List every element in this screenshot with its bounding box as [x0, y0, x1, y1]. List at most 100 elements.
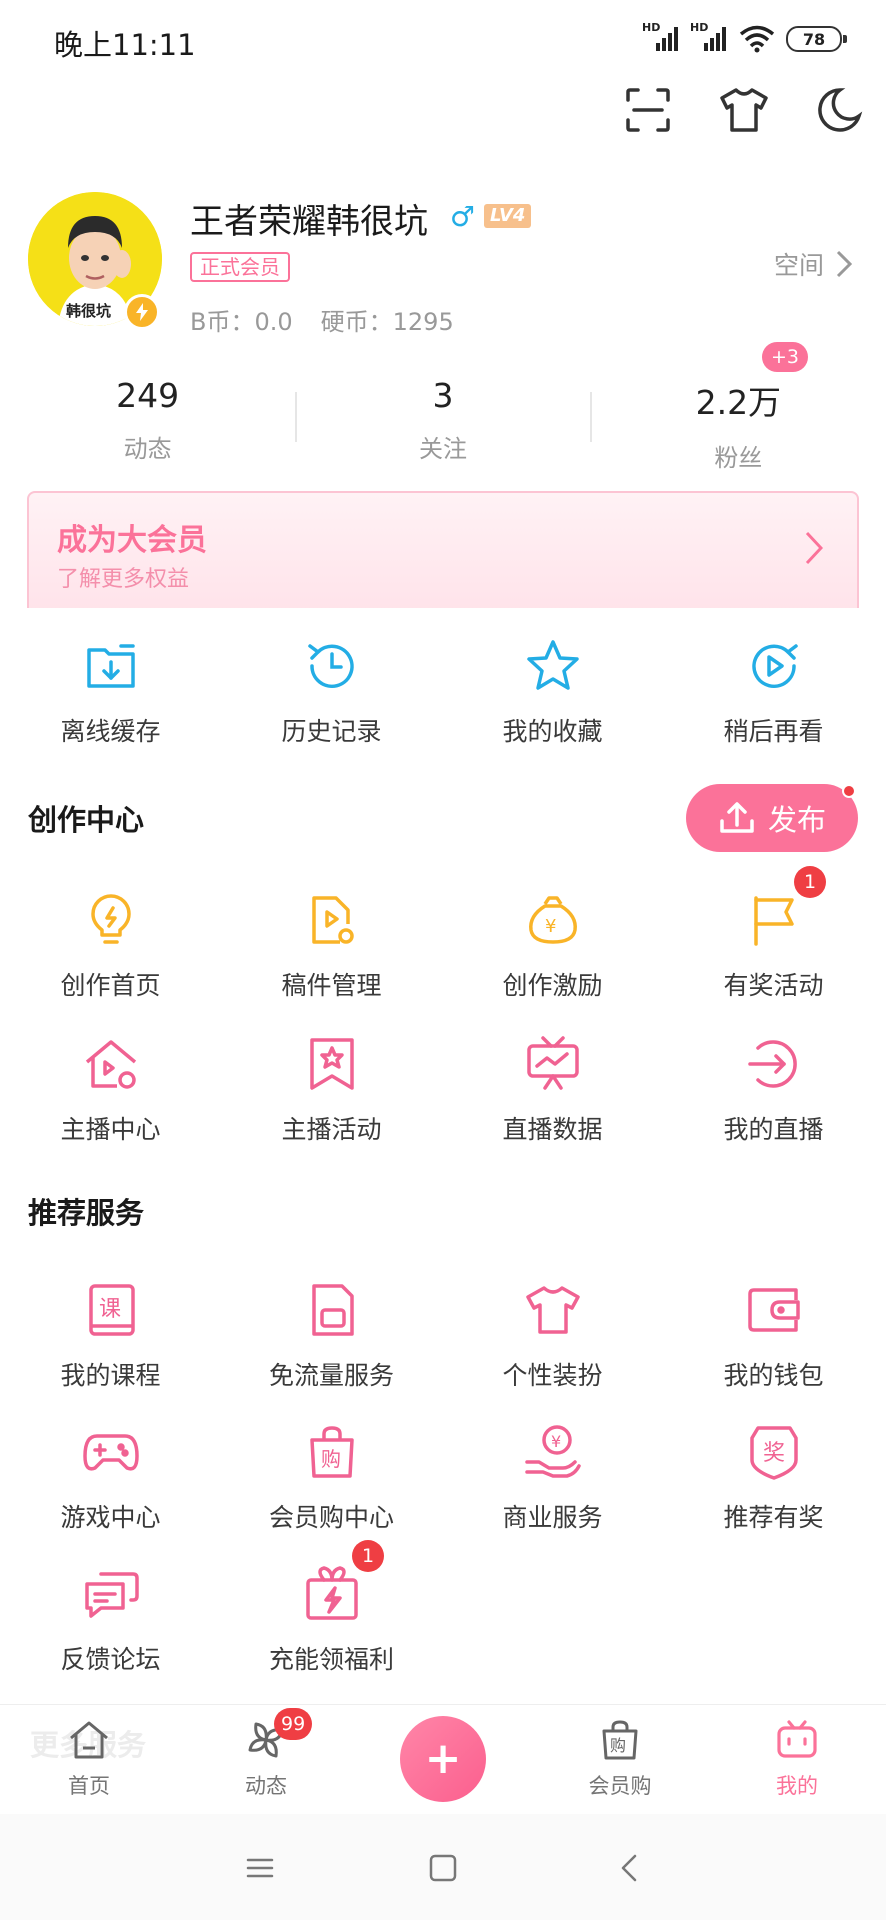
creation-incentive[interactable]: ¥ 创作激励	[442, 890, 663, 1002]
vip-banner-subtitle: 了解更多权益	[57, 567, 190, 592]
publish-button[interactable]: 发布	[686, 784, 858, 852]
moon-icon[interactable]	[812, 84, 864, 136]
service-charge-benefits[interactable]: 充能领福利	[221, 1564, 442, 1676]
chat-bubbles-icon	[84, 1572, 139, 1618]
creation-center-title: 创作中心	[28, 803, 145, 837]
recommended-services-title: 推荐服务	[28, 1196, 145, 1230]
stat-divider	[590, 392, 592, 442]
back-icon[interactable]	[612, 1850, 648, 1886]
history-clock-icon	[307, 644, 354, 688]
service-my-courses[interactable]: 课 我的课程	[0, 1280, 221, 1392]
scan-icon[interactable]	[622, 84, 674, 136]
vip-banner[interactable]: 成为大会员 了解更多权益	[27, 491, 859, 611]
signal-icon-2: HD	[690, 21, 728, 53]
service-feedback-forum[interactable]: 反馈论坛	[0, 1564, 221, 1676]
status-bar: 晚上11:11 HD HD 78	[0, 0, 886, 80]
anchor-events[interactable]: 主播活动	[221, 1034, 442, 1146]
stat-fans[interactable]: 2.2万 粉丝	[591, 376, 886, 472]
watch-later-icon	[751, 644, 798, 688]
service-wallet[interactable]: 我的钱包	[663, 1280, 884, 1392]
tshirt-icon[interactable]	[718, 84, 770, 136]
tshirt-icon	[525, 1286, 580, 1334]
live-data[interactable]: 直播数据	[442, 1034, 663, 1146]
gift-charge-icon	[305, 1566, 358, 1620]
course-book-icon: 课	[88, 1284, 135, 1336]
fans-new-badge: +3	[762, 342, 809, 372]
creation-home[interactable]: 创作首页	[0, 890, 221, 1002]
vip-status-tag[interactable]: 正式会员	[190, 252, 290, 282]
username: 王者荣耀韩很坑	[190, 202, 428, 242]
main-content	[0, 608, 886, 1704]
space-link[interactable]: 空间	[774, 246, 852, 282]
my-live[interactable]: 我的直播	[663, 1034, 884, 1146]
stat-following[interactable]: 3 关注	[295, 376, 590, 466]
home-square-icon[interactable]	[425, 1850, 461, 1886]
download-folder-icon	[86, 644, 135, 688]
flag-icon	[753, 896, 794, 946]
vip-banner-title: 成为大会员	[57, 523, 207, 558]
enter-live-icon	[747, 1040, 797, 1088]
publish-label: 发布	[767, 803, 826, 837]
avatar-caption: 韩很坑	[66, 302, 111, 320]
lightning-icon	[124, 294, 160, 330]
charge-benefits-badge: 1	[352, 1540, 384, 1572]
chevron-right-icon	[836, 250, 852, 278]
dynamics-badge: 99	[274, 1708, 313, 1740]
quick-favorites[interactable]: 我的收藏	[442, 636, 663, 748]
shopping-bag-icon: 购	[309, 1426, 354, 1478]
nav-mine[interactable]: 我的	[737, 1718, 857, 1800]
anchor-home-icon	[85, 1040, 136, 1089]
manuscript-icon	[311, 896, 354, 944]
reward-shield-icon: 奖	[749, 1426, 798, 1480]
svg-text:¥: ¥	[545, 916, 556, 937]
service-referral-reward[interactable]: 奖 推荐有奖	[663, 1422, 884, 1534]
anchor-center[interactable]: 主播中心	[0, 1034, 221, 1146]
svg-text:课: 课	[99, 1297, 121, 1322]
creation-prize-events[interactable]: 有奖活动	[663, 890, 884, 1002]
stat-divider	[295, 392, 297, 442]
status-icons: HD HD 78	[642, 21, 847, 54]
nav-member-shop[interactable]: 购 会员购	[560, 1718, 680, 1800]
home-icon	[70, 1721, 108, 1759]
b-coin-balance[interactable]: B币：0.0	[190, 302, 293, 337]
hard-coin-balance[interactable]: 硬币：1295	[321, 302, 454, 337]
svg-text:购: 购	[321, 1447, 341, 1471]
status-time: 晚上11:11	[54, 28, 196, 62]
prize-events-badge: 1	[794, 866, 826, 898]
coin-balances: B币：0.0 硬币：1295	[190, 302, 454, 337]
shopping-bag-icon: 购	[602, 1720, 638, 1760]
service-business[interactable]: ¥ 商业服务	[442, 1422, 663, 1534]
lightbulb-icon	[90, 894, 131, 944]
nav-home[interactable]: 首页	[29, 1718, 149, 1800]
tv-face-icon	[777, 1720, 817, 1758]
quick-offline-cache[interactable]: 离线缓存	[0, 636, 221, 748]
stat-dynamics[interactable]: 249 动态	[0, 376, 295, 466]
wallet-icon	[747, 1288, 800, 1332]
service-game-center[interactable]: 游戏中心	[0, 1422, 221, 1534]
money-bag-icon: ¥	[528, 896, 577, 944]
create-plus-button[interactable]: +	[400, 1716, 486, 1802]
publish-notification-dot	[842, 784, 856, 798]
sim-card-icon	[311, 1284, 354, 1336]
svg-text:奖: 奖	[763, 1441, 785, 1466]
service-free-data[interactable]: 免流量服务	[221, 1280, 442, 1392]
quick-watch-later[interactable]: 稍后再看	[663, 636, 884, 748]
plus-icon: +	[424, 1733, 462, 1784]
quick-history[interactable]: 历史记录	[221, 636, 442, 748]
creation-manuscripts[interactable]: 稿件管理	[221, 890, 442, 1002]
battery-indicator: 78	[786, 26, 847, 52]
bookmark-star-icon	[309, 1038, 354, 1090]
menu-icon[interactable]	[242, 1850, 278, 1886]
service-member-shop[interactable]: 购 会员购中心	[221, 1422, 442, 1534]
stats-row: 249 动态 3 关注 2.2万 粉丝	[0, 376, 886, 472]
gender-icon: ♂	[450, 200, 476, 233]
space-label: 空间	[773, 251, 824, 280]
hand-coin-icon: ¥	[524, 1425, 581, 1478]
wifi-icon	[739, 25, 775, 53]
star-icon	[526, 640, 579, 690]
live-data-icon	[526, 1036, 579, 1090]
service-personal-decor[interactable]: 个性装扮	[442, 1280, 663, 1392]
svg-text:¥: ¥	[551, 1432, 561, 1451]
level-badge: LV4	[484, 204, 532, 228]
upload-icon	[720, 802, 754, 833]
